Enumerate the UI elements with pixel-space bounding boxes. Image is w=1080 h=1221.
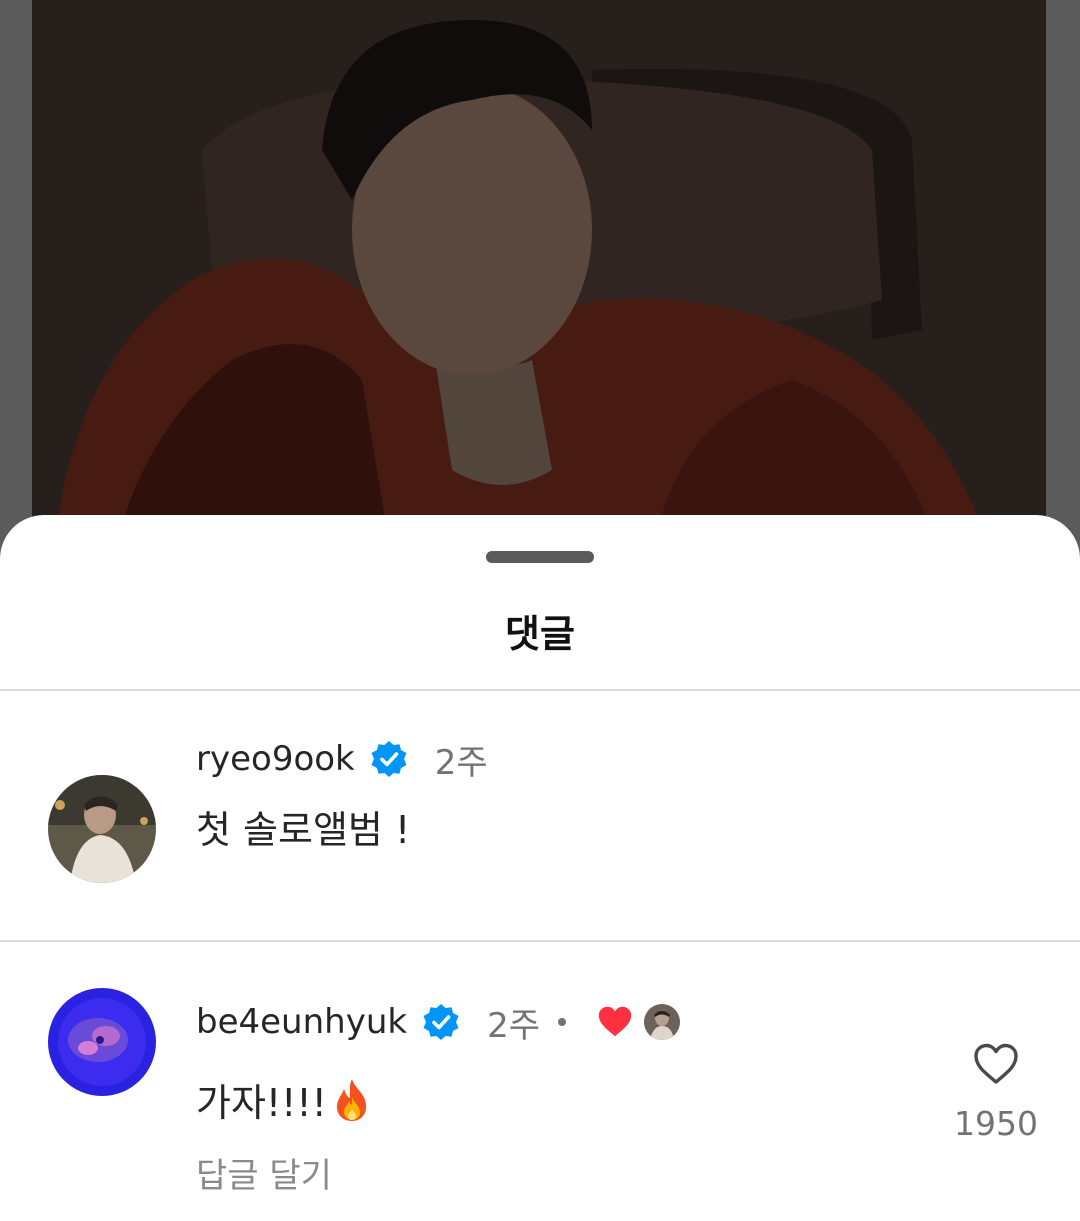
separator-dot bbox=[557, 1018, 566, 1026]
like-section: 1950 bbox=[950, 1042, 1042, 1143]
comments-sheet: 댓글 ryeo9ook 2주 첫 솔로앨범 ! be4eunhyuk 2주 가자… bbox=[0, 515, 1080, 1221]
author-liked-heart-icon bbox=[598, 1006, 632, 1037]
comment-header: be4eunhyuk 2주 bbox=[196, 998, 680, 1046]
comment-item: ryeo9ook 2주 첫 솔로앨범 ! bbox=[0, 691, 1080, 940]
comment-header: ryeo9ook 2주 bbox=[196, 735, 488, 783]
avatar[interactable] bbox=[48, 988, 156, 1096]
verified-badge-icon bbox=[371, 741, 407, 777]
comment-text: 가자!!!! bbox=[196, 1072, 375, 1127]
reply-button[interactable]: 답글 달기 bbox=[196, 1148, 332, 1197]
author-mini-avatar bbox=[643, 1004, 680, 1040]
comment-text: 첫 솔로앨범 ! bbox=[196, 799, 410, 854]
comment-item: be4eunhyuk 2주 가자!!!! 답글 달기 1950 bbox=[0, 942, 1080, 1221]
like-heart-icon[interactable] bbox=[972, 1042, 1020, 1086]
drag-handle[interactable] bbox=[486, 551, 594, 563]
comment-text-content: 가자!!!! bbox=[196, 1081, 327, 1125]
sheet-title: 댓글 bbox=[505, 612, 575, 656]
avatar[interactable] bbox=[48, 775, 156, 883]
comment-text-content: 첫 솔로앨범 ! bbox=[196, 808, 411, 852]
comments-screen: 댓글 ryeo9ook 2주 첫 솔로앨범 ! be4eunhyuk 2주 가자… bbox=[0, 0, 1080, 1221]
fire-icon bbox=[336, 1078, 366, 1121]
comment-time: 2주 bbox=[434, 742, 488, 783]
username[interactable]: be4eunhyuk bbox=[196, 1002, 407, 1042]
like-count: 1950 bbox=[954, 1104, 1038, 1143]
dim-overlay[interactable] bbox=[0, 0, 1080, 560]
username[interactable]: ryeo9ook bbox=[196, 739, 355, 779]
comment-time: 2주 bbox=[487, 1005, 540, 1046]
verified-badge-icon bbox=[423, 1004, 459, 1040]
